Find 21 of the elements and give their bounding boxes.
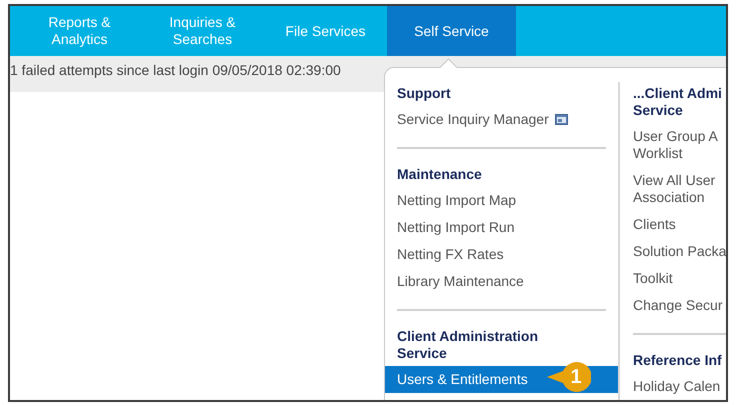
window-icon [554, 114, 568, 125]
menu-item[interactable]: Clients [633, 211, 726, 238]
menu-item[interactable]: User Group A Worklist [633, 123, 726, 167]
section-heading: Support [397, 84, 452, 103]
section-heading: Reference Inf [633, 351, 723, 370]
menu-item[interactable]: Netting FX Rates [385, 241, 618, 268]
login-notice: 1 failed attempts since last login 09/05/2018 02:39:00 [10, 62, 341, 78]
section-heading: ...Client Admi Service [633, 84, 723, 120]
step-callout: 1 [547, 362, 591, 392]
menu-item[interactable]: Netting Import Map [385, 187, 618, 214]
menu-item[interactable]: Service Inquiry Manager [385, 106, 618, 133]
menu-item[interactable]: Toolkit [633, 265, 726, 292]
nav-tab[interactable]: Self Service [387, 6, 516, 56]
menu-item[interactable]: Library Maintenance [385, 268, 618, 295]
section-heading: Maintenance [397, 165, 483, 184]
menu-item[interactable]: View All User Association [633, 167, 726, 211]
menu-item[interactable]: Holiday Calen [633, 373, 726, 400]
section-heading: Client Administration Service [397, 327, 540, 363]
menu-item[interactable]: Change Secur [633, 292, 726, 319]
menu-item[interactable]: Solution Packa [633, 238, 726, 265]
menu-item[interactable]: Netting Import Run [385, 214, 618, 241]
